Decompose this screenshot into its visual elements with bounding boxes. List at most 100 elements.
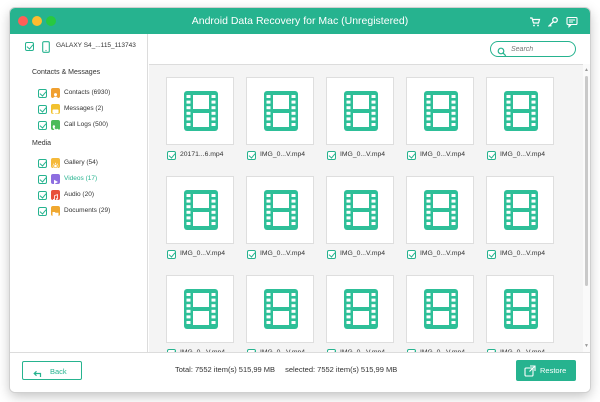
selection-summary: Total: 7552 item(s) 515,99 MB selected: 7… — [175, 365, 397, 374]
video-thumbnail[interactable] — [326, 77, 394, 145]
sidebar-item-messages[interactable]: Messages (2) — [10, 102, 148, 116]
video-thumbnail[interactable] — [166, 275, 234, 343]
vertical-scrollbar[interactable]: ▲ ▼ — [583, 64, 590, 352]
video-thumbnail[interactable] — [486, 275, 554, 343]
video-file-item[interactable]: IMG_0...V.mp4 — [326, 176, 402, 264]
app-window: Android Data Recovery for Mac (Unregiste… — [10, 8, 590, 392]
search-box[interactable] — [490, 41, 576, 57]
video-file-item[interactable]: IMG_0...V.mp4 — [406, 176, 482, 264]
main-panel: 20171...6.mp4IMG_0...V.mp4IMG_0...V.mp4I… — [149, 34, 590, 352]
file-name: IMG_0...V.mp4 — [180, 250, 226, 257]
back-label: Back — [50, 367, 67, 376]
video-file-item[interactable]: IMG_0...V.mp4 — [406, 275, 482, 352]
file-name: IMG_0...V.mp4 — [340, 151, 386, 158]
section-title-contacts-messages: Contacts & Messages — [32, 69, 101, 76]
video-thumbnail[interactable] — [166, 77, 234, 145]
video-thumbnail[interactable] — [326, 275, 394, 343]
sidebar-item-contacts[interactable]: Contacts (6930) — [10, 86, 148, 100]
messages-label: Messages (2) — [64, 105, 104, 112]
video-file-item[interactable]: IMG_0...V.mp4 — [246, 77, 322, 165]
video-file-item[interactable]: IMG_0...V.mp4 — [326, 275, 402, 352]
scroll-up-icon[interactable]: ▲ — [584, 67, 589, 73]
file-checkbox[interactable] — [407, 250, 416, 259]
sidebar-item-call-logs[interactable]: Call Logs (500) — [10, 118, 148, 132]
videos-checkbox[interactable] — [38, 175, 47, 184]
contacts-label: Contacts (6930) — [64, 89, 111, 96]
file-name: IMG_0...V.mp4 — [420, 250, 466, 257]
restore-button[interactable]: Restore — [516, 360, 576, 381]
gallery-checkbox[interactable] — [38, 159, 47, 168]
total-summary: Total: 7552 item(s) 515,99 MB — [175, 365, 276, 374]
audio-checkbox[interactable] — [38, 191, 47, 200]
video-file-item[interactable]: IMG_0...V.mp4 — [406, 77, 482, 165]
video-thumbnail[interactable] — [246, 176, 314, 244]
file-name: IMG_0...V.mp4 — [260, 151, 306, 158]
scroll-thumb[interactable] — [585, 76, 588, 286]
file-checkbox[interactable] — [247, 151, 256, 160]
restore-label: Restore — [540, 366, 567, 375]
device-name: GALAXY S4_...115_113743 — [56, 42, 136, 49]
search-input[interactable] — [511, 44, 571, 54]
file-checkbox[interactable] — [487, 151, 496, 160]
video-file-item[interactable]: IMG_0...V.mp4 — [166, 275, 242, 352]
video-file-item[interactable]: IMG_0...V.mp4 — [326, 77, 402, 165]
device-row[interactable]: GALAXY S4_...115_113743 — [10, 34, 148, 56]
sidebar-item-gallery[interactable]: Gallery (54) — [10, 156, 148, 170]
video-thumbnail[interactable] — [406, 176, 474, 244]
video-file-item[interactable]: IMG_0...V.mp4 — [486, 275, 562, 352]
file-checkbox[interactable] — [327, 151, 336, 160]
sidebar-item-videos[interactable]: Videos (17) — [10, 172, 148, 186]
scroll-down-icon[interactable]: ▼ — [584, 343, 589, 349]
video-thumbnail[interactable] — [406, 77, 474, 145]
back-arrow-icon — [32, 366, 42, 377]
video-thumbnail[interactable] — [486, 176, 554, 244]
video-thumbnail[interactable] — [166, 176, 234, 244]
chat-icon[interactable] — [566, 15, 578, 28]
file-checkbox[interactable] — [247, 250, 256, 259]
file-checkbox[interactable] — [487, 250, 496, 259]
video-thumbnail[interactable] — [246, 275, 314, 343]
call-logs-icon — [51, 120, 60, 132]
file-checkbox[interactable] — [167, 151, 176, 160]
video-file-item[interactable]: 20171...6.mp4 — [166, 77, 242, 165]
video-file-item[interactable]: IMG_0...V.mp4 — [486, 77, 562, 165]
video-thumbnail[interactable] — [486, 77, 554, 145]
title-bar: Android Data Recovery for Mac (Unregiste… — [10, 8, 590, 34]
audio-icon — [51, 190, 60, 201]
video-file-item[interactable]: IMG_0...V.mp4 — [486, 176, 562, 264]
contacts-icon — [51, 88, 60, 99]
bottom-bar: Back Total: 7552 item(s) 515,99 MB select… — [10, 352, 590, 392]
sidebar-item-documents[interactable]: Documents (29) — [10, 204, 148, 218]
video-file-item[interactable]: IMG_0...V.mp4 — [166, 176, 242, 264]
file-name: IMG_0...V.mp4 — [420, 151, 466, 158]
contacts-checkbox[interactable] — [38, 89, 47, 98]
documents-label: Documents (29) — [64, 207, 111, 214]
documents-checkbox[interactable] — [38, 207, 47, 216]
messages-icon — [51, 104, 60, 115]
file-name: 20171...6.mp4 — [180, 151, 224, 158]
video-thumbnail[interactable] — [326, 176, 394, 244]
video-thumbnail[interactable] — [406, 275, 474, 343]
key-icon[interactable] — [547, 15, 559, 27]
file-checkbox[interactable] — [167, 250, 176, 259]
sidebar-item-audio[interactable]: Audio (20) — [10, 188, 148, 202]
videos-icon — [51, 174, 60, 185]
file-name: IMG_0...V.mp4 — [500, 250, 546, 257]
window-title: Android Data Recovery for Mac (Unregiste… — [191, 15, 409, 27]
video-file-item[interactable]: IMG_0...V.mp4 — [246, 275, 322, 352]
device-checkbox[interactable] — [25, 42, 34, 51]
file-checkbox[interactable] — [407, 151, 416, 160]
video-thumbnail[interactable] — [246, 77, 314, 145]
video-file-item[interactable]: IMG_0...V.mp4 — [246, 176, 322, 264]
gallery-icon — [51, 158, 60, 170]
section-title-media: Media — [32, 140, 52, 147]
call-logs-label: Call Logs (500) — [64, 121, 109, 128]
file-checkbox[interactable] — [327, 250, 336, 259]
call-logs-checkbox[interactable] — [38, 121, 47, 130]
selected-summary: selected: 7552 item(s) 515,99 MB — [285, 365, 398, 374]
search-icon — [497, 44, 507, 57]
cart-icon[interactable] — [529, 15, 541, 27]
documents-icon — [51, 206, 60, 217]
messages-checkbox[interactable] — [38, 105, 47, 114]
back-button[interactable]: Back — [22, 361, 82, 380]
